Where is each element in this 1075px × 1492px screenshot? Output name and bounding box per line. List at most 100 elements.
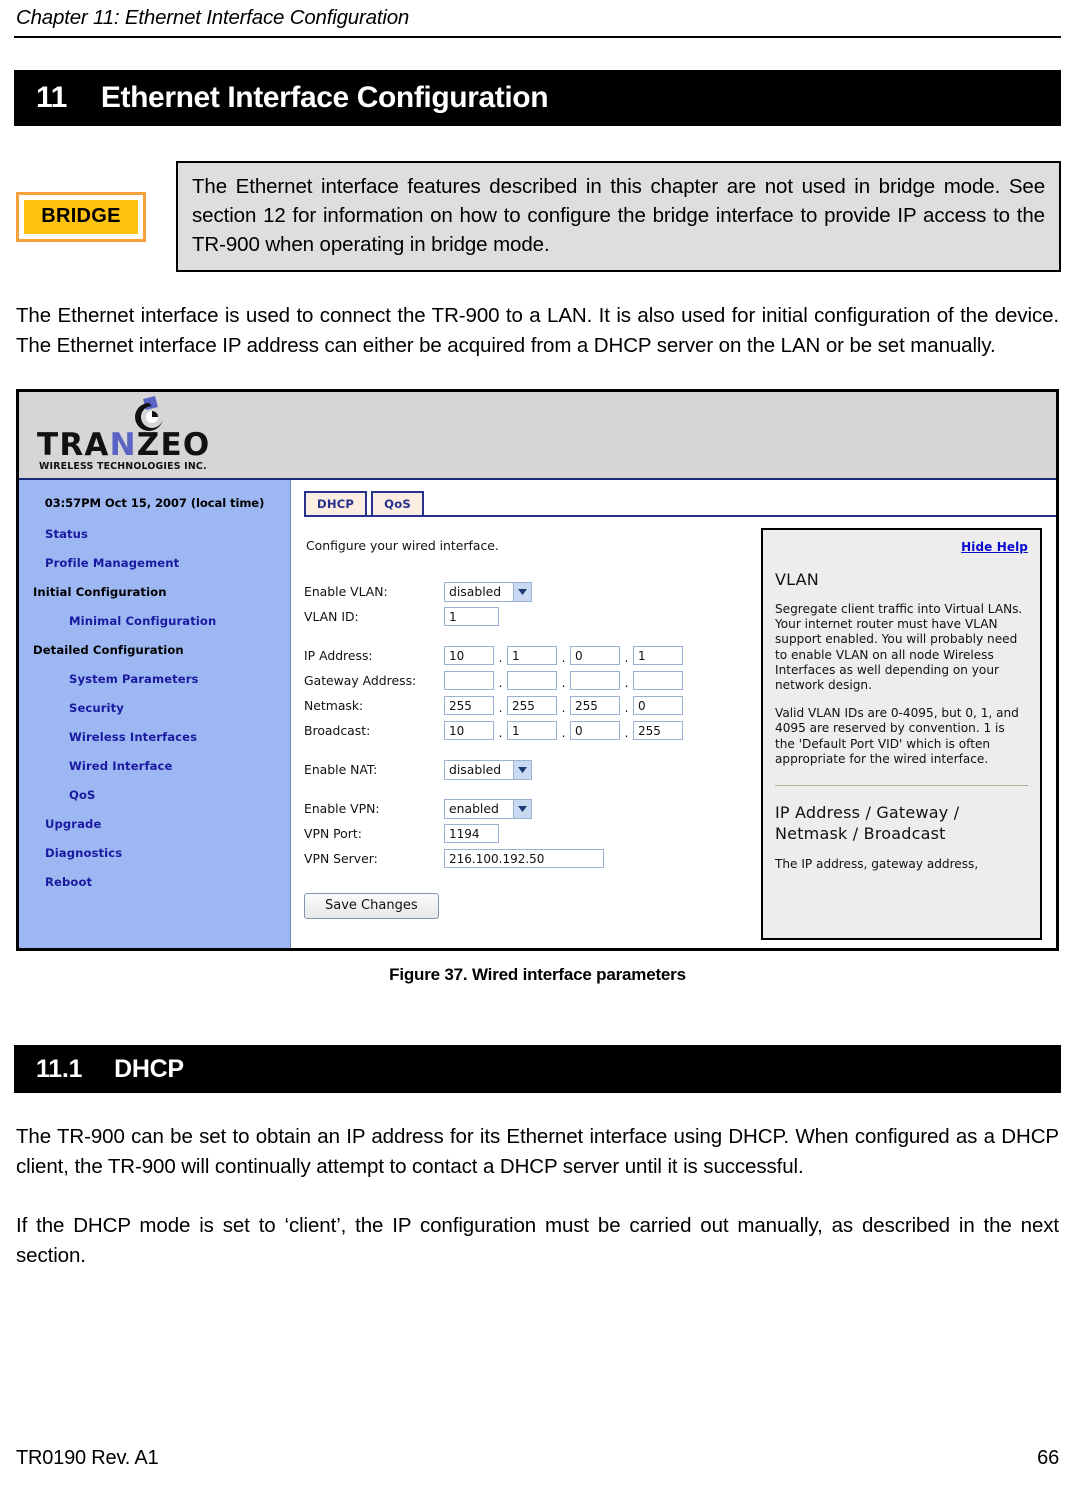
sidebar-item-minimal-configuration[interactable]: Minimal Configuration [19, 606, 290, 635]
broadcast-octet-3[interactable]: 0 [570, 721, 620, 740]
wordmark-n: N [109, 427, 137, 463]
enable-vlan-value: disabled [449, 584, 502, 599]
page-footer: TR0190 Rev. A1 66 [16, 1447, 1059, 1470]
vlan-id-label: VLAN ID: [304, 609, 359, 624]
bridge-badge: BRIDGE [16, 191, 146, 242]
chevron-down-icon [513, 582, 531, 601]
gateway-octet-4[interactable] [633, 671, 683, 690]
enable-nat-select[interactable]: disabled [444, 759, 532, 780]
netmask-label: Netmask: [304, 698, 364, 713]
document-page: Chapter 11: Ethernet Interface Configura… [0, 0, 1075, 1492]
ip-address-label: IP Address: [304, 648, 373, 663]
app-body: 03:57PM Oct 15, 2007 (local time) Status… [19, 480, 1056, 948]
vpn-port-input[interactable]: 1194 [444, 824, 499, 843]
dhcp-paragraph-2: If the DHCP mode is set to ‘client’, the… [16, 1214, 1059, 1267]
subsection-title: DHCP [114, 1054, 184, 1083]
tab-dhcp[interactable]: DHCP [304, 491, 368, 515]
sidebar-item-profile-management[interactable]: Profile Management [19, 548, 290, 577]
help-section-ip-paragraph-1: The IP address, gateway address, [775, 857, 979, 872]
vpn-server-input[interactable]: 216.100.192.50 [444, 849, 604, 868]
gateway-label: Gateway Address: [304, 673, 417, 688]
enable-vlan-select[interactable]: disabled [444, 581, 532, 602]
footer-page-number: 66 [1037, 1447, 1059, 1469]
vpn-port-label: VPN Port: [304, 826, 362, 841]
sidebar-item-qos[interactable]: QoS [19, 780, 290, 809]
enable-nat-label: Enable NAT: [304, 762, 378, 777]
netmask-octet-3[interactable]: 255 [570, 696, 620, 715]
sidebar-header-initial-configuration: Initial Configuration [33, 584, 167, 599]
bridge-badge-label: BRIDGE [24, 199, 138, 234]
tranzeo-tagline: WIRELESS TECHNOLOGIES INC. [39, 461, 207, 472]
sidebar-item-reboot[interactable]: Reboot [19, 867, 290, 896]
ip-separator: . [498, 675, 503, 690]
chevron-down-icon [513, 799, 531, 818]
tranzeo-logo: TRANZEO WIRELESS TECHNOLOGIES INC. [37, 395, 273, 472]
tab-qos[interactable]: QoS [371, 491, 424, 515]
vlan-id-input[interactable]: 1 [444, 607, 499, 626]
bridge-note: BRIDGE The Ethernet interface features d… [14, 161, 1061, 272]
sidebar-item-system-parameters[interactable]: System Parameters [19, 664, 290, 693]
ip-separator: . [498, 700, 503, 715]
chapter-heading-bar: 11 Ethernet Interface Configuration [14, 70, 1061, 126]
ip-address-octet-2[interactable]: 1 [507, 646, 557, 665]
ip-address-octet-3[interactable]: 0 [570, 646, 620, 665]
netmask-octet-1[interactable]: 255 [444, 696, 494, 715]
subsection-heading-bar: 11.1 DHCP [14, 1045, 1061, 1093]
enable-vpn-value: enabled [449, 801, 499, 816]
ip-address-octet-4[interactable]: 1 [633, 646, 683, 665]
enable-vlan-label: Enable VLAN: [304, 584, 388, 599]
broadcast-octet-1[interactable]: 10 [444, 721, 494, 740]
netmask-octet-2[interactable]: 255 [507, 696, 557, 715]
sidebar-item-diagnostics[interactable]: Diagnostics [19, 838, 290, 867]
wordmark-pre: TRA [37, 427, 110, 463]
ip-separator: . [624, 725, 629, 740]
ip-separator: . [624, 650, 629, 665]
chevron-down-icon [513, 760, 531, 779]
app-sidebar: 03:57PM Oct 15, 2007 (local time) Status… [19, 480, 291, 948]
help-section-vlan-paragraph-1: Segregate client traffic into Virtual LA… [775, 602, 1023, 693]
sidebar-item-status[interactable]: Status [19, 519, 290, 548]
sidebar-item-wired-interface[interactable]: Wired Interface [19, 751, 290, 780]
ip-address-octet-1[interactable]: 10 [444, 646, 494, 665]
sidebar-header-detailed-configuration: Detailed Configuration [33, 642, 184, 657]
netmask-octet-4[interactable]: 0 [633, 696, 683, 715]
help-panel: Hide Help VLAN Segregate client traffic … [761, 528, 1042, 940]
help-section-vlan-paragraph-2: Valid VLAN IDs are 0-4095, but 0, 1, and… [775, 706, 1019, 766]
broadcast-octet-2[interactable]: 1 [507, 721, 557, 740]
save-changes-button[interactable]: Save Changes [304, 893, 439, 919]
sidebar-item-upgrade[interactable]: Upgrade [19, 809, 290, 838]
gateway-octet-1[interactable] [444, 671, 494, 690]
ip-separator: . [561, 700, 566, 715]
satellite-dish-icon [125, 395, 273, 432]
enable-vpn-select[interactable]: enabled [444, 798, 532, 819]
tab-bar: DHCP QoS [304, 491, 1056, 517]
broadcast-octet-4[interactable]: 255 [633, 721, 683, 740]
chapter-title: Ethernet Interface Configuration [100, 81, 549, 114]
broadcast-label: Broadcast: [304, 723, 371, 738]
ip-separator: . [561, 725, 566, 740]
header-rule [14, 36, 1061, 38]
dhcp-paragraph-1: The TR-900 can be set to obtain an IP ad… [16, 1125, 1059, 1178]
tranzeo-wordmark: TRANZEO [37, 427, 273, 463]
enable-vpn-label: Enable VPN: [304, 801, 380, 816]
sidebar-item-wireless-interfaces[interactable]: Wireless Interfaces [19, 722, 290, 751]
app-content: DHCP QoS Configure your wired interface.… [291, 480, 1056, 948]
sidebar-item-security[interactable]: Security [19, 693, 290, 722]
running-header: Chapter 11: Ethernet Interface Configura… [16, 6, 410, 29]
hide-help-link[interactable]: Hide Help [775, 540, 1028, 554]
gateway-octet-3[interactable] [570, 671, 620, 690]
ip-separator: . [624, 675, 629, 690]
figure-caption: Figure 37. Wired interface parameters [389, 965, 686, 984]
wordmark-post: ZEO [136, 427, 211, 463]
intro-paragraph: The Ethernet interface is used to connec… [16, 304, 1059, 357]
sidebar-timestamp: 03:57PM Oct 15, 2007 (local time) [44, 496, 265, 510]
help-divider [775, 785, 1028, 787]
enable-nat-value: disabled [449, 762, 502, 777]
vpn-server-label: VPN Server: [304, 851, 378, 866]
bridge-note-box: The Ethernet interface features describe… [176, 161, 1061, 272]
help-section-vlan-title: VLAN [775, 570, 819, 589]
app-logo-header: TRANZEO WIRELESS TECHNOLOGIES INC. [19, 392, 1056, 480]
subsection-number: 11.1 [36, 1054, 83, 1083]
gateway-octet-2[interactable] [507, 671, 557, 690]
chapter-number: 11 [36, 81, 67, 114]
